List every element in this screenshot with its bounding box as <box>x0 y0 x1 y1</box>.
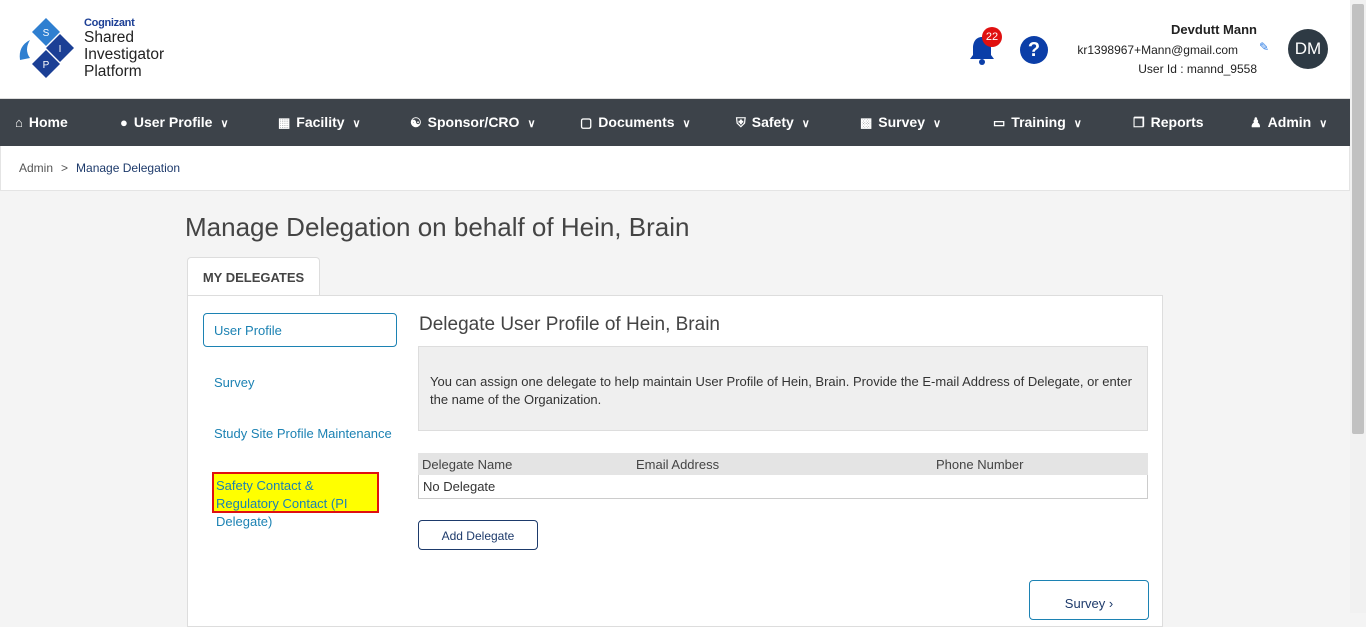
info-box: You can assign one delegate to help main… <box>418 346 1148 431</box>
laptop-icon: ▭ <box>993 115 1006 130</box>
nav-documents[interactable]: ▢ Documents ∨ <box>580 99 691 146</box>
nav-facility[interactable]: ▦ Facility ∨ <box>278 99 361 146</box>
nav-label: Documents <box>598 114 675 130</box>
table-row: No Delegate <box>418 475 1148 499</box>
svg-text:I: I <box>59 44 62 55</box>
chevron-down-icon: ∨ <box>1073 118 1082 130</box>
nav-label: Training <box>1011 114 1066 130</box>
chevron-down-icon: ∨ <box>933 118 942 130</box>
chevron-down-icon: ∨ <box>801 118 810 130</box>
breadcrumb-current: Manage Delegation <box>76 161 181 175</box>
nav-label: Survey <box>878 114 925 130</box>
nav-label: Admin <box>1267 114 1312 130</box>
table-header: Delegate Name Email Address Phone Number <box>418 453 1148 475</box>
edit-email-icon[interactable]: ✎ <box>1259 40 1269 54</box>
user-id: User Id : mannd_9558 <box>1138 62 1257 76</box>
logo-line-1: Shared <box>84 29 134 46</box>
copy-icon: ❐ <box>1133 115 1145 130</box>
logo-text: Cognizant Shared Investigator Platform <box>84 17 165 81</box>
sidebar-item-survey[interactable]: Survey <box>214 375 254 390</box>
main-nav: ⌂ Home ● User Profile ∨ ▦ Facility ∨ ☯ Sponsor… <box>0 99 1350 146</box>
column-header-phone: Phone Number <box>936 457 1024 472</box>
sip-logo[interactable]: S I P Cognizant Shared Investigator Plat… <box>16 16 176 82</box>
nav-label: User Profile <box>133 114 213 130</box>
help-icon[interactable]: ? <box>1020 36 1048 64</box>
breadcrumb-admin[interactable]: Admin <box>19 161 53 175</box>
sidebar-item-study-site-profile[interactable]: Study Site Profile Maintenance <box>214 426 392 441</box>
sip-logo-mark: S I P <box>19 18 74 78</box>
empty-row-text: No Delegate <box>423 479 496 494</box>
nav-safety[interactable]: ⛨ Safety ∨ <box>736 99 810 146</box>
tab-my-delegates[interactable]: MY DELEGATES <box>187 257 320 297</box>
chevron-down-icon: ∨ <box>352 118 361 130</box>
building-icon: ▦ <box>278 115 291 130</box>
logo-line-3: Platform <box>84 63 142 80</box>
nav-label: Reports <box>1150 114 1204 130</box>
content-title: Delegate User Profile of Hein, Brain <box>419 314 720 335</box>
breadcrumb: Admin > Manage Delegation <box>19 161 180 175</box>
delegates-table: Delegate Name Email Address Phone Number… <box>418 453 1148 499</box>
nav-sponsor-cro[interactable]: ☯ Sponsor/CRO ∨ <box>410 99 536 146</box>
users-icon: ☯ <box>410 115 422 130</box>
user-email: kr1398967+Mann@gmail.com <box>1077 43 1238 57</box>
breadcrumb-bar: Admin > Manage Delegation <box>0 146 1350 191</box>
column-header-email: Email Address <box>636 457 720 472</box>
bar-chart-icon: ▩ <box>860 115 873 130</box>
logo-brand: Cognizant <box>84 17 135 29</box>
nav-label: Safety <box>751 114 794 130</box>
logo-line-2: Investigator <box>84 46 165 63</box>
nav-label: Sponsor/CRO <box>427 114 520 130</box>
nav-survey[interactable]: ▩ Survey ∨ <box>860 99 941 146</box>
nav-user-profile[interactable]: ● User Profile ∨ <box>120 99 229 146</box>
chevron-down-icon: ∨ <box>682 118 691 130</box>
page-title: Manage Delegation on behalf of Hein, Bra… <box>185 212 690 242</box>
notification-count-badge: 22 <box>982 27 1002 47</box>
add-delegate-button[interactable]: Add Delegate <box>418 520 538 550</box>
page-scrollbar[interactable] <box>1350 0 1366 613</box>
nav-training[interactable]: ▭ Training ∨ <box>993 99 1082 146</box>
scrollbar-thumb[interactable] <box>1352 4 1364 434</box>
shield-icon: ⛨ <box>736 115 746 130</box>
chevron-down-icon: ∨ <box>527 118 536 130</box>
avatar[interactable]: DM <box>1288 29 1328 69</box>
nav-reports[interactable]: ❐ Reports <box>1133 99 1204 146</box>
nav-home[interactable]: ⌂ Home <box>15 99 68 146</box>
chevron-down-icon: ∨ <box>1319 118 1328 130</box>
svg-text:S: S <box>43 28 50 39</box>
column-header-delegate-name: Delegate Name <box>422 457 513 472</box>
next-survey-button[interactable]: Survey › <box>1029 580 1149 620</box>
nav-label: Facility <box>296 114 345 130</box>
user-icon: ♟ <box>1250 115 1262 130</box>
breadcrumb-separator: > <box>61 161 69 175</box>
home-icon: ⌂ <box>15 115 23 130</box>
chevron-down-icon: ∨ <box>220 118 229 130</box>
user-name: Devdutt Mann <box>1171 22 1257 37</box>
file-icon: ▢ <box>580 115 593 130</box>
svg-text:P: P <box>43 60 50 71</box>
sidebar-item-user-profile[interactable]: User Profile <box>203 313 397 347</box>
user-circle-icon: ● <box>120 115 128 130</box>
nav-admin[interactable]: ♟ Admin ∨ <box>1250 99 1327 146</box>
sidebar-item-safety-contact[interactable]: Safety Contact & Regulatory Contact (PI … <box>212 472 379 529</box>
app-header: S I P Cognizant Shared Investigator Plat… <box>0 0 1350 99</box>
nav-label: Home <box>28 114 68 130</box>
